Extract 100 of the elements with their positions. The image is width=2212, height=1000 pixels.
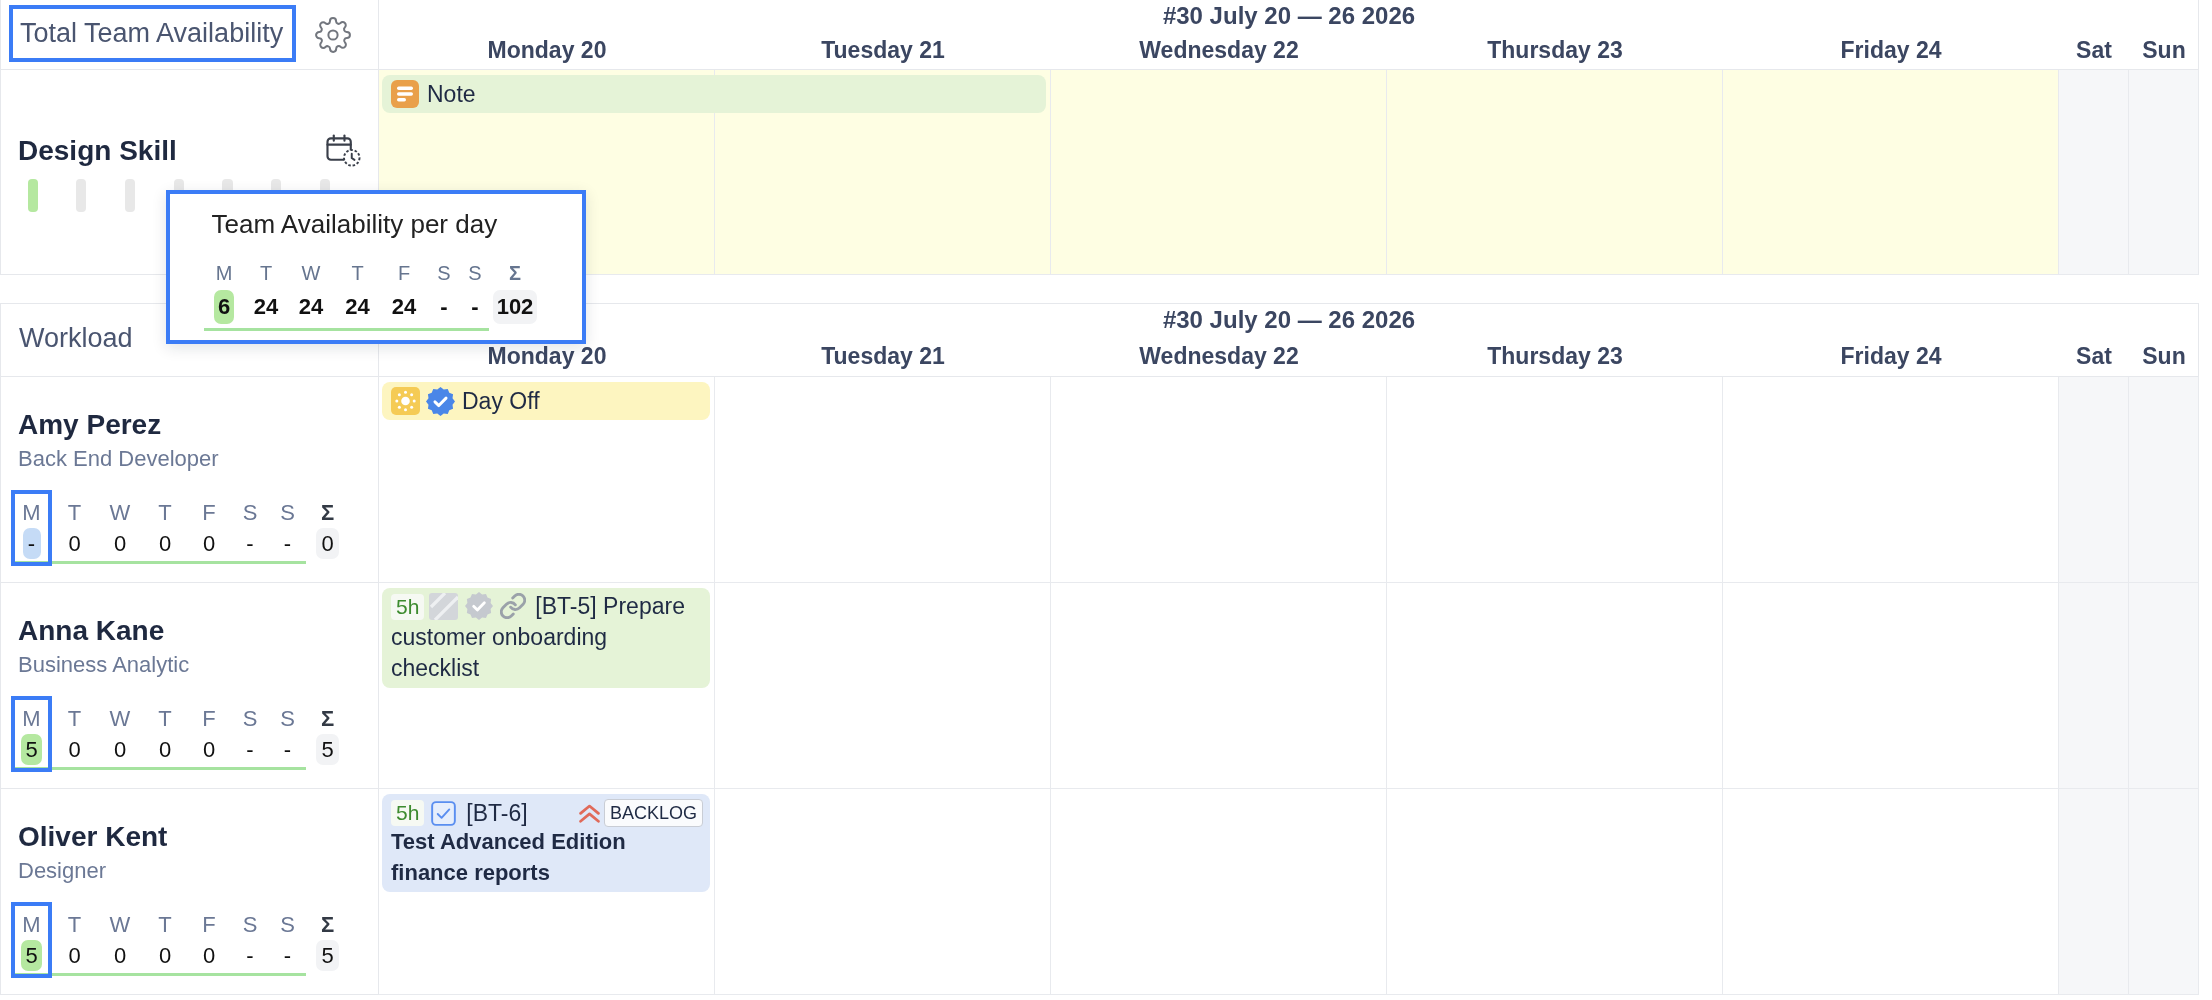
note-icon — [391, 80, 419, 108]
day-header: Sun — [2142, 342, 2186, 370]
day-value: 0 — [67, 530, 82, 558]
day-header: Friday 24 — [1840, 36, 1942, 64]
day-value: 24 — [252, 293, 280, 322]
day-letter: F — [202, 500, 216, 527]
day-value: - — [245, 942, 255, 970]
day-letter: S — [242, 500, 258, 527]
day-value: 0 — [112, 736, 128, 764]
day-letter: W — [109, 912, 131, 939]
day-value: 5 — [21, 940, 42, 971]
day-header: Tuesday 21 — [821, 36, 945, 64]
day-letter: F — [202, 912, 216, 939]
day-value: 0 — [67, 942, 82, 970]
day-header: Thursday 23 — [1487, 342, 1623, 370]
day-header: Monday 20 — [487, 342, 607, 370]
week-label: #30 July 20 — 26 2026 — [1162, 1, 1416, 31]
day-value: 0 — [201, 942, 217, 970]
day-letter: M — [22, 706, 41, 733]
day-letter: T — [158, 500, 172, 527]
note-event[interactable]: Note — [382, 75, 1046, 113]
day-letter: T — [158, 706, 172, 733]
day-letter: M — [215, 261, 233, 286]
day-off-event[interactable]: Day Off — [382, 382, 710, 420]
day-header: Friday 24 — [1840, 342, 1942, 370]
day-value: - — [245, 736, 255, 764]
day-letter: F — [202, 706, 216, 733]
day-value: - — [282, 530, 293, 558]
person-role: Designer — [18, 858, 107, 885]
day-letter: S — [468, 261, 482, 286]
day-letter: S — [280, 500, 295, 527]
day-value: 0 — [112, 942, 128, 970]
verified-badge-icon — [465, 592, 494, 620]
status-badge: BACKLOG — [603, 799, 703, 827]
day-header: Monday 20 — [487, 36, 607, 64]
person-role: Business Analytic — [18, 652, 190, 679]
double-chevron-up-icon — [578, 803, 600, 823]
day-value: - — [439, 293, 449, 322]
day-letter: S — [242, 912, 258, 939]
person-role: Back End Developer — [18, 446, 219, 473]
calendar-clock-icon[interactable] — [326, 134, 361, 168]
day-letter: F — [397, 261, 411, 286]
person-name: Oliver Kent — [18, 820, 168, 854]
day-header: Sun — [2142, 36, 2186, 64]
day-value: 24 — [297, 293, 325, 322]
hours-badge: 5h — [391, 594, 425, 620]
day-letter: W — [109, 500, 131, 527]
day-letter: W — [301, 261, 321, 286]
day-letter: S — [280, 912, 295, 939]
day-value: 0 — [157, 736, 173, 764]
week-label: #30 July 20 — 26 2026 — [1162, 305, 1416, 335]
link-icon — [500, 593, 527, 619]
skill-name: Design Skill — [18, 134, 177, 168]
day-value: 6 — [213, 290, 235, 325]
day-value: 0 — [157, 530, 173, 558]
day-value: - — [470, 293, 480, 322]
task-card[interactable]: 5h [BT-5] Prepare customer onboarding checklist — [382, 588, 710, 688]
day-letter: T — [67, 500, 82, 527]
day-letter: T — [158, 912, 172, 939]
day-letter: T — [67, 706, 82, 733]
day-value: 0 — [201, 530, 217, 558]
day-value: 24 — [344, 293, 371, 322]
striped-square-icon — [429, 593, 459, 620]
total-value: 5 — [316, 940, 339, 971]
day-letter: T — [67, 912, 82, 939]
day-letter: S — [437, 261, 451, 286]
day-letter: S — [280, 706, 295, 733]
day-value: 0 — [157, 942, 173, 970]
person-name: Amy Perez — [18, 408, 162, 442]
sum-symbol: Σ — [320, 500, 335, 527]
day-value: 0 — [112, 530, 128, 558]
day-value: - — [282, 942, 293, 970]
day-value: 0 — [201, 736, 217, 764]
day-header: Wednesday 22 — [1139, 342, 1299, 370]
total-value: 0 — [316, 528, 339, 559]
day-letter: M — [22, 912, 41, 939]
checked-box-icon — [431, 800, 457, 826]
day-header: Thursday 23 — [1487, 36, 1623, 64]
day-value: - — [245, 530, 255, 558]
settings-icon[interactable] — [315, 17, 352, 53]
day-header: Tuesday 21 — [821, 342, 945, 370]
day-value: 5 — [21, 734, 42, 765]
day-header: Sat — [2076, 36, 2112, 64]
day-letter: W — [109, 706, 131, 733]
hours-badge: 5h — [391, 800, 425, 826]
tooltip-title: Team Availability per day — [211, 209, 498, 241]
day-letter: T — [351, 261, 364, 286]
panel-title: Total Team Availability — [9, 5, 297, 62]
day-header: Sat — [2076, 342, 2112, 370]
sum-symbol: Σ — [320, 706, 335, 733]
day-letter: M — [22, 500, 41, 527]
day-value: - — [22, 528, 41, 559]
day-letter: T — [259, 261, 273, 286]
day-value: - — [282, 736, 293, 764]
sum-symbol: Σ — [509, 261, 521, 286]
day-value: 0 — [67, 736, 82, 764]
section-title: Workload — [19, 323, 133, 353]
sun-icon — [391, 387, 420, 415]
person-name: Anna Kane — [18, 614, 165, 648]
task-card[interactable]: 5h [BT-6] BACKLOG Test Advanced Edition finance reports — [382, 794, 710, 892]
